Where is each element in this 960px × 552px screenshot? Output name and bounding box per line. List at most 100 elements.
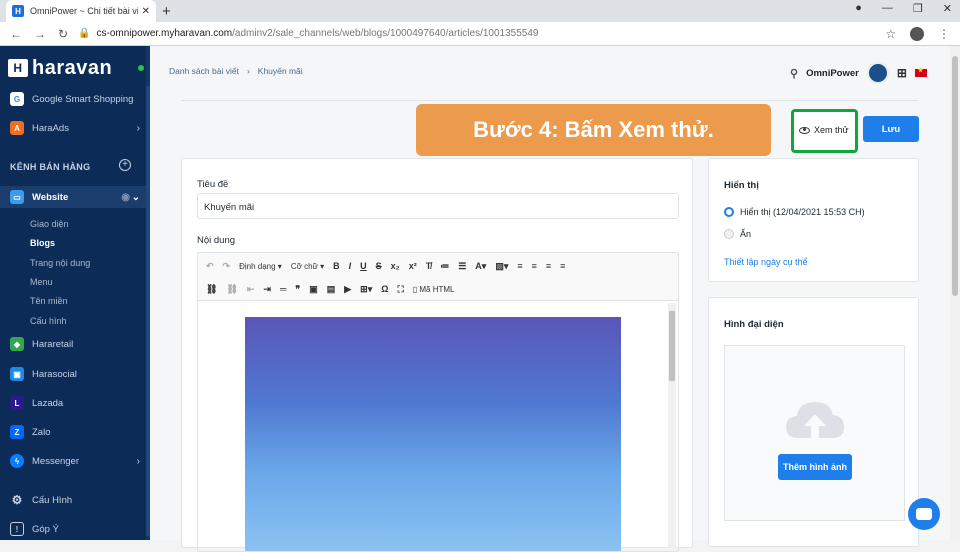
bold-icon[interactable]: B <box>333 261 340 271</box>
breadcrumb-blog-list[interactable]: Danh sách bài viết <box>169 66 239 76</box>
unlink-icon[interactable]: ⛓ <box>226 284 237 295</box>
profile-menu-icon[interactable]: ● <box>855 2 862 15</box>
sidebar-sub-menu[interactable]: Menu <box>30 277 53 287</box>
visible-label: Hiển thị (12/04/2021 15:53 CH) <box>740 207 865 217</box>
video-icon[interactable]: ▶ <box>344 284 351 295</box>
fullscreen-icon[interactable]: ⛶ <box>397 284 403 295</box>
strikethrough-icon[interactable]: S <box>376 261 382 271</box>
underline-icon[interactable]: U <box>360 261 367 271</box>
clear-format-icon[interactable]: T̸ <box>426 261 432 271</box>
bookmark-star-icon[interactable]: ☆ <box>885 27 896 41</box>
format-dropdown[interactable]: Định dạng ▾ <box>239 262 282 271</box>
editor-scrollbar[interactable] <box>668 303 676 548</box>
sidebar-sub-domains[interactable]: Tên miền <box>30 296 68 306</box>
chevron-right-icon: › <box>136 455 140 467</box>
add-channel-icon[interactable]: + <box>119 159 131 171</box>
online-status-icon <box>138 65 144 71</box>
gear-icon: ⚙ <box>11 493 23 507</box>
blockquote-icon[interactable]: ❞ <box>295 284 300 295</box>
thumbnail-dropzone[interactable]: Thêm hình ảnh <box>724 345 905 521</box>
haravan-logo[interactable]: Hharavan <box>0 46 150 90</box>
sidebar-item-zalo[interactable]: Z Zalo <box>0 422 146 442</box>
add-image-button[interactable]: Thêm hình ảnh <box>778 454 852 480</box>
account-icon[interactable] <box>910 26 924 41</box>
minimize-icon[interactable]: — <box>882 2 893 15</box>
thumbnail-title: Hình đại diện <box>724 319 784 330</box>
browser-menu-icon[interactable]: ⋮ <box>938 27 950 41</box>
sidebar-sub-pages[interactable]: Trang nội dung <box>30 258 90 268</box>
redo-icon[interactable]: ↷ <box>223 261 231 272</box>
align-justify-icon[interactable]: ≡ <box>560 261 565 271</box>
forward-icon[interactable]: → <box>34 27 46 41</box>
chevron-down-icon: ⌄ <box>131 191 140 203</box>
sidebar-item-settings[interactable]: ⚙ Cấu Hình <box>0 490 146 510</box>
align-center-icon[interactable]: ≡ <box>532 261 537 271</box>
sidebar-item-hararetail[interactable]: ◆ Hararetail <box>0 334 146 354</box>
subscript-icon[interactable]: x₂ <box>391 261 400 271</box>
back-icon[interactable]: ← <box>10 27 22 41</box>
superscript-icon[interactable]: x² <box>409 261 417 271</box>
lazada-icon: L <box>10 396 24 410</box>
image-icon[interactable]: ▣ <box>309 284 318 295</box>
url-field[interactable]: cs-omnipower.myharavan.com/adminv2/sale_… <box>97 28 886 39</box>
close-window-icon[interactable]: ✕ <box>943 2 952 15</box>
title-input[interactable]: Khuyến mãi <box>197 193 679 219</box>
hidden-radio[interactable] <box>724 229 734 239</box>
sidebar-item-website[interactable]: ▭ Website ◉ ⌄ <box>0 186 146 208</box>
visible-radio[interactable] <box>724 207 734 217</box>
sidebar-item-haraads[interactable]: A HaraAds › <box>0 118 146 138</box>
shop-name[interactable]: OmniPower <box>806 68 859 79</box>
eye-icon[interactable]: ◉ <box>121 192 130 203</box>
link-icon[interactable]: ⛓ <box>206 284 217 295</box>
highlight-color-icon[interactable]: ▨▾ <box>495 261 508 272</box>
schedule-link[interactable]: Thiết lập ngày cụ thể <box>724 257 808 267</box>
sidebar-item-feedback[interactable]: ! Góp Ý <box>0 519 146 539</box>
save-button[interactable]: Lưu <box>863 116 919 142</box>
reload-icon[interactable]: ↻ <box>58 27 68 41</box>
bullet-list-icon[interactable]: ☰ <box>458 261 466 272</box>
chat-support-button[interactable] <box>908 498 940 530</box>
zalo-icon: Z <box>10 425 24 439</box>
html-source-button[interactable]: ▯ Mã HTML <box>413 285 455 294</box>
sidebar-item-messenger[interactable]: ϟ Messenger › <box>0 451 146 471</box>
horizontal-rule-icon[interactable]: ═ <box>280 284 286 294</box>
shop-avatar[interactable] <box>866 62 889 84</box>
maximize-icon[interactable]: ❐ <box>913 2 923 15</box>
undo-icon[interactable]: ↶ <box>206 261 214 272</box>
file-icon[interactable]: ▤ <box>327 284 336 295</box>
close-tab-icon[interactable]: ✕ <box>142 6 150 17</box>
visibility-card: Hiển thị Hiển thị (12/04/2021 15:53 CH) … <box>708 158 919 282</box>
align-left-icon[interactable]: ≡ <box>517 261 522 271</box>
search-icon[interactable]: ⚲ <box>790 67 798 80</box>
sidebar-item-google-smart-shopping[interactable]: G Google Smart Shopping <box>0 89 146 109</box>
chat-icon <box>916 508 932 520</box>
text-color-icon[interactable]: A▾ <box>475 261 486 272</box>
special-char-icon[interactable]: Ω <box>381 284 388 294</box>
outdent-icon[interactable]: ⇤ <box>247 284 255 295</box>
page-scrollbar[interactable] <box>950 46 960 540</box>
vietnam-flag-icon[interactable] <box>914 67 927 77</box>
font-size-dropdown[interactable]: Cỡ chữ ▾ <box>291 262 324 271</box>
header-right: ⚲ OmniPower ⊞ <box>790 62 927 84</box>
indent-icon[interactable]: ⇥ <box>263 284 271 295</box>
feedback-icon: ! <box>10 522 24 536</box>
breadcrumb-current: Khuyến mãi <box>257 66 303 76</box>
article-image[interactable] <box>245 317 621 551</box>
content-editor[interactable]: ↶ ↷ Định dạng ▾ Cỡ chữ ▾ B I U S x₂ x² T… <box>197 252 679 552</box>
sidebar-sub-settings[interactable]: Cấu hình <box>30 316 67 326</box>
browser-tab[interactable]: H OmniPower ~ Chi tiết bài viết ~ G ✕ <box>6 0 156 22</box>
preview-button[interactable]: Xem thử <box>799 125 849 135</box>
sidebar-item-lazada[interactable]: L Lazada <box>0 393 146 413</box>
new-tab-icon[interactable]: + <box>162 3 171 20</box>
table-icon[interactable]: ⊞▾ <box>360 284 372 295</box>
haravan-logo-icon: H <box>8 59 28 77</box>
apps-grid-icon[interactable]: ⊞ <box>897 66 907 80</box>
sidebar-sub-theme[interactable]: Giao diện <box>30 219 69 229</box>
ordered-list-icon[interactable]: ≔ <box>440 261 449 272</box>
sidebar-item-harasocial[interactable]: ▣ Harasocial <box>0 364 146 384</box>
website-icon: ▭ <box>10 190 24 204</box>
address-bar: ← → ↻ 🔒 cs-omnipower.myharavan.com/admin… <box>0 22 960 46</box>
align-right-icon[interactable]: ≡ <box>546 261 551 271</box>
italic-icon[interactable]: I <box>349 261 352 271</box>
sidebar-sub-blogs[interactable]: Blogs <box>30 238 55 248</box>
